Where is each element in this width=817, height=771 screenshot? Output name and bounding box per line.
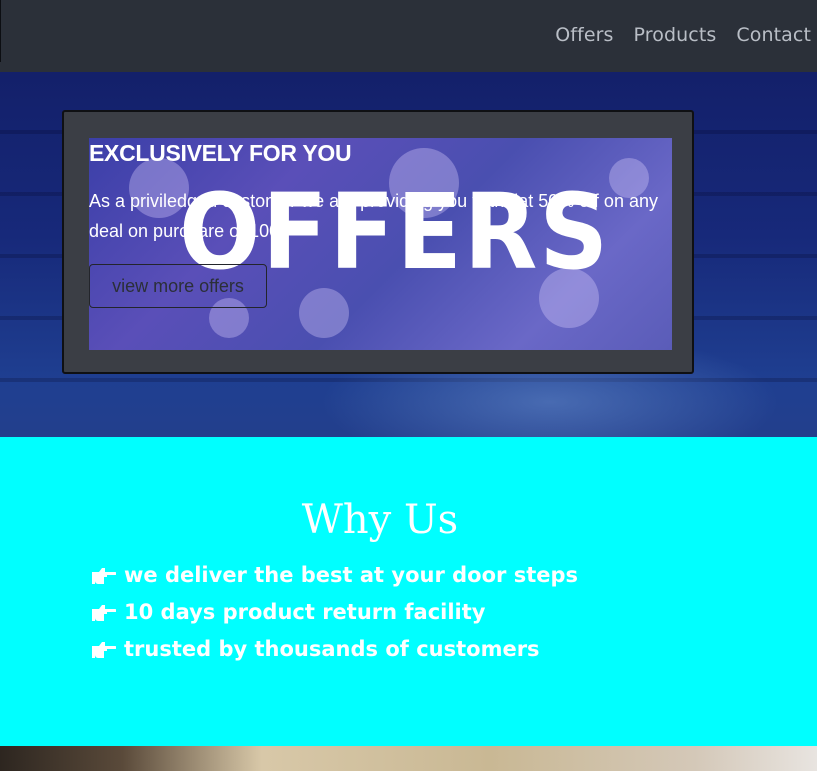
nav-link-offers[interactable]: Offers (555, 24, 613, 46)
pointing-hand-icon (92, 567, 116, 584)
why-us-title: Why Us (301, 497, 459, 543)
view-more-offers-button[interactable]: view more offers (89, 264, 267, 308)
nav-link-contact[interactable]: Contact (736, 24, 811, 46)
nav-link-products[interactable]: Products (634, 24, 717, 46)
why-us-item-text: we deliver the best at your door steps (124, 563, 579, 587)
list-item: we deliver the best at your door steps (92, 557, 578, 594)
why-us-item-text: 10 days product return facility (124, 600, 486, 624)
nav-links: Offers Products Contact (555, 24, 811, 46)
navbar: Offers Products Contact (0, 0, 817, 72)
offer-card-title: EXCLUSIVELY FOR YOU (89, 140, 352, 166)
navbar-edge (0, 0, 1, 62)
bokeh-light (299, 288, 349, 338)
bottom-image-strip (0, 746, 817, 771)
why-us-item-text: trusted by thousands of customers (124, 637, 540, 661)
hero-section: OFFERS EXCLUSIVELY FOR YOU As a priviled… (0, 72, 817, 437)
offer-card-image: OFFERS EXCLUSIVELY FOR YOU As a priviled… (89, 138, 672, 350)
list-item: trusted by thousands of customers (92, 631, 578, 668)
offer-card: OFFERS EXCLUSIVELY FOR YOU As a priviled… (62, 110, 694, 374)
pointing-hand-icon (92, 604, 116, 621)
list-item: 10 days product return facility (92, 594, 578, 631)
offer-card-text: As a priviledged costomer we are providi… (89, 191, 658, 241)
why-us-list: we deliver the best at your door steps 1… (92, 557, 578, 668)
why-us-section: Why Us we deliver the best at your door … (0, 437, 817, 746)
pointing-hand-icon (92, 641, 116, 658)
